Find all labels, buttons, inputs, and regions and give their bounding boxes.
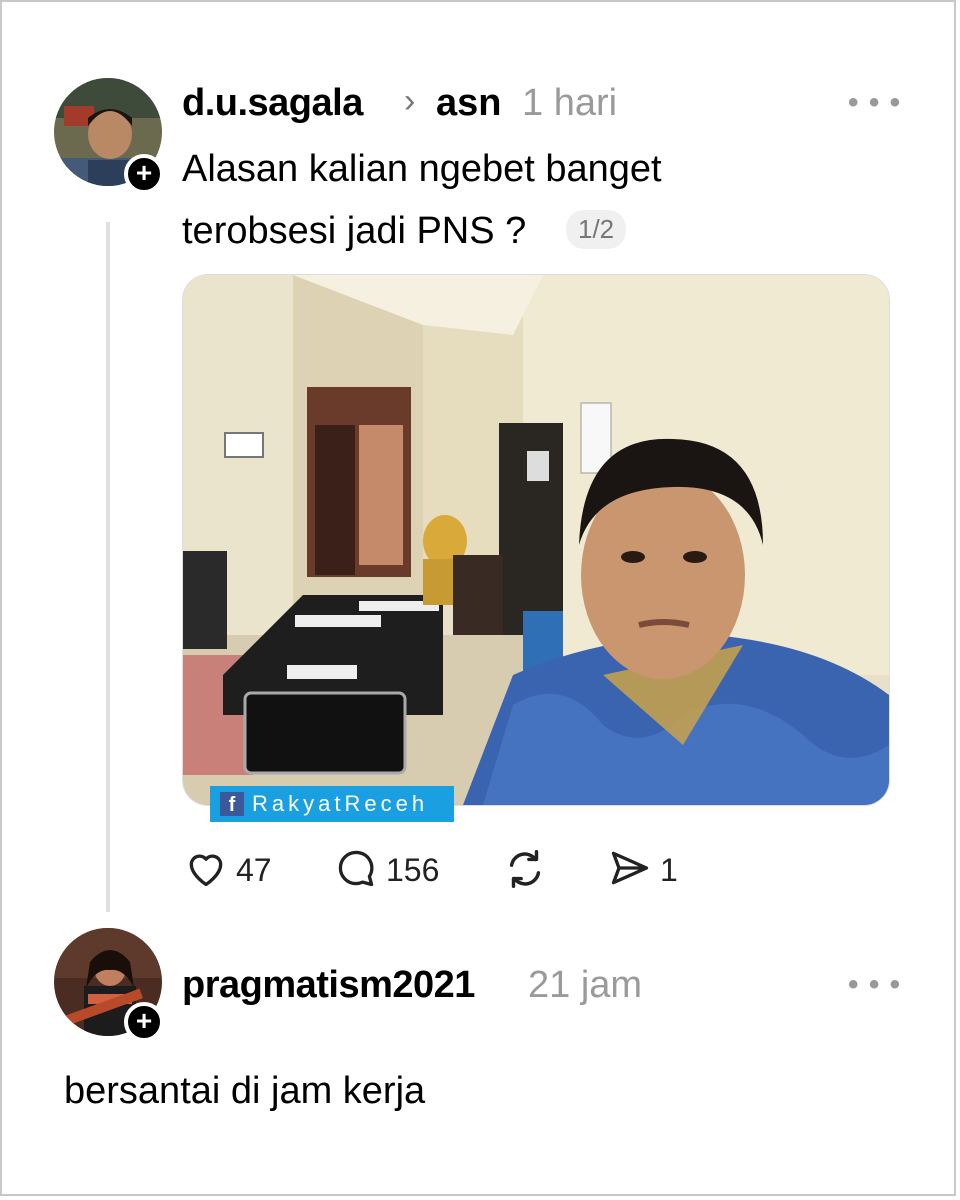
facebook-icon: f bbox=[220, 792, 244, 816]
heart-icon bbox=[184, 846, 228, 895]
comment-icon bbox=[334, 846, 378, 895]
topic-tag[interactable]: asn bbox=[436, 82, 501, 125]
send-icon bbox=[608, 846, 652, 895]
watermark-badge: f RakyatReceh bbox=[210, 786, 454, 822]
comment-button[interactable]: 156 bbox=[334, 846, 439, 895]
comment-count: 156 bbox=[386, 852, 440, 888]
follow-plus-icon[interactable]: + bbox=[124, 154, 164, 194]
repost-icon bbox=[502, 846, 548, 897]
post-timestamp: 1 hari bbox=[522, 82, 618, 124]
author-username[interactable]: d.u.sagala bbox=[182, 82, 363, 125]
post-text-line2: terobsesi jadi PNS ? bbox=[182, 210, 527, 252]
like-button[interactable]: 47 bbox=[184, 846, 272, 895]
share-count: 1 bbox=[660, 852, 678, 888]
more-horizontal-icon[interactable]: • • • bbox=[848, 86, 901, 120]
post-text-line1: Alasan kalian ngebet banget bbox=[182, 148, 662, 190]
reply-more-horizontal-icon[interactable]: • • • bbox=[848, 968, 901, 1002]
reply-timestamp: 21 jam bbox=[528, 964, 643, 1006]
share-button[interactable]: 1 bbox=[608, 846, 678, 895]
chevron-right-icon: › bbox=[404, 82, 416, 120]
repost-button[interactable] bbox=[502, 846, 548, 897]
reply-username[interactable]: pragmatism2021 bbox=[182, 964, 475, 1007]
thread-pager-badge: 1/2 bbox=[566, 210, 627, 249]
reply-text: bersantai di jam kerja bbox=[64, 1070, 426, 1112]
watermark-text: RakyatReceh bbox=[252, 791, 429, 816]
reply-follow-plus-icon[interactable]: + bbox=[124, 1002, 164, 1042]
like-count: 47 bbox=[236, 852, 272, 888]
thread-connector-line bbox=[106, 222, 110, 912]
post-image[interactable] bbox=[182, 274, 890, 806]
